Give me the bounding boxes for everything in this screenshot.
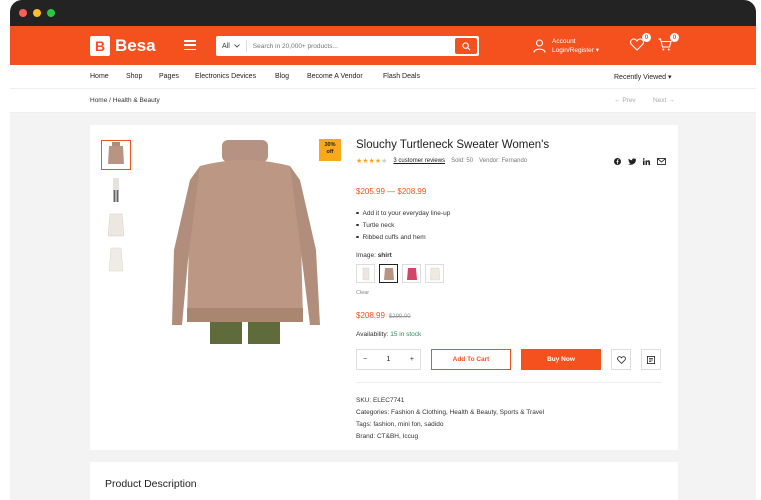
cart-button[interactable]: 0 [658, 33, 679, 56]
main-nav: Home Shop Pages Electronics Devices Blog… [10, 65, 756, 89]
login-register-label: Login/Register ▾ [552, 47, 599, 54]
thumbnail-1[interactable] [101, 140, 131, 170]
heart-icon [616, 355, 626, 364]
purchase-actions: − 1 + Add To Cart Buy Now [356, 349, 661, 370]
twitter-icon[interactable] [628, 157, 636, 165]
add-to-wishlist-button[interactable] [611, 349, 631, 370]
brand: Brand: CT&BH, Iccug [356, 433, 419, 440]
swatch-pink-sweater[interactable] [402, 264, 421, 283]
site-header: B Besa All Account Login/Register ▾ 0 [10, 26, 756, 65]
sale-badge: 30% off [319, 139, 341, 161]
prev-link[interactable]: ← Prev [614, 97, 636, 104]
quantity-increase-button[interactable]: + [410, 356, 414, 363]
tags: Tags: fashion, mini fon, sadido [356, 421, 444, 428]
product-main-image[interactable] [160, 140, 330, 350]
recently-viewed-dropdown[interactable]: Recently Viewed ▾ [614, 73, 671, 81]
minimize-dot[interactable] [33, 9, 41, 17]
buy-now-button[interactable]: Buy Now [521, 349, 601, 370]
add-to-cart-button[interactable]: Add To Cart [431, 349, 511, 370]
breadcrumb-home[interactable]: Home [90, 97, 107, 104]
search-input[interactable] [246, 36, 455, 56]
product-card: 30% off Slouchy Turtleneck Sweater Women'… [90, 125, 678, 450]
user-icon [533, 39, 546, 53]
thumbnail-4[interactable] [101, 245, 131, 275]
quantity-decrease-button[interactable]: − [363, 356, 367, 363]
stock-status: 15 in stock [390, 331, 422, 338]
wishlist-count-badge: 0 [642, 33, 651, 42]
account-label: Account [552, 38, 576, 45]
current-price: $208.99 $299.00 [356, 311, 411, 320]
next-link[interactable]: Next → [653, 97, 675, 104]
product-details: SKU: ELEC7741 Categories: Fashion & Clot… [356, 395, 544, 443]
breadcrumb: Home / Health & Beauty [90, 97, 160, 104]
nav-flash-deals[interactable]: Flash Deals [383, 73, 420, 80]
search-category-select[interactable]: All [216, 40, 247, 52]
quantity-stepper: − 1 + [356, 349, 421, 370]
divider [356, 382, 662, 383]
cart-count-badge: 0 [670, 33, 679, 42]
email-icon[interactable] [657, 157, 666, 165]
nav-electronics-devices[interactable]: Electronics Devices [195, 73, 256, 80]
sku: SKU: ELEC7741 [356, 397, 405, 404]
product-description-section: Product Description [90, 462, 678, 500]
compare-icon [647, 355, 655, 364]
vendor-name[interactable]: Vendor: Fernando [479, 158, 527, 164]
sold-count: Sold: 50 [451, 158, 474, 164]
original-price: $299.00 [388, 314, 411, 320]
maximize-dot[interactable] [47, 9, 55, 17]
swatch-white-shirt[interactable] [356, 264, 375, 283]
compare-button[interactable] [641, 349, 661, 370]
product-description-title: Product Description [105, 478, 197, 490]
breadcrumb-category[interactable]: Health & Beauty [113, 97, 160, 104]
swatch-tan-sweater[interactable] [379, 264, 398, 283]
wishlist-button[interactable]: 0 [630, 33, 651, 56]
logo-text: Besa [115, 36, 156, 55]
close-dot[interactable] [19, 9, 27, 17]
thumbnail-3[interactable] [101, 210, 131, 240]
search-bar: All [216, 36, 479, 56]
nav-blog[interactable]: Blog [275, 73, 289, 80]
quantity-value[interactable]: 1 [387, 356, 391, 363]
swatch-cream-sweater[interactable] [425, 264, 444, 283]
hamburger-menu-icon[interactable] [184, 40, 196, 50]
categories: Categories: Fashion & Clothing, Health &… [356, 409, 545, 416]
nav-home[interactable]: Home [90, 73, 109, 80]
thumbnail-2[interactable] [101, 175, 131, 205]
reviews-link[interactable]: 3 customer reviews [393, 158, 445, 164]
image-option-label: Image: shirt [356, 252, 392, 259]
image-swatches [356, 264, 444, 283]
product-meta: ★★★★★ 3 customer reviews Sold: 50 Vendor… [356, 157, 666, 165]
chevron-down-icon [233, 44, 240, 48]
nav-become-a-vendor[interactable]: Become A Vendor [307, 73, 363, 80]
linkedin-icon[interactable] [643, 157, 650, 165]
search-button[interactable] [455, 38, 477, 54]
logo-mark: B [90, 36, 110, 56]
rating-stars: ★★★★★ [356, 158, 388, 165]
feature-item: Add it to your everyday line-up [356, 207, 451, 219]
browser-window: B Besa All Account Login/Register ▾ 0 [10, 0, 756, 500]
feature-list: Add it to your everyday line-up Turtle n… [356, 207, 451, 243]
availability: Availability: 15 in stock [356, 331, 422, 338]
search-category-label: All [222, 42, 230, 50]
window-chrome [10, 0, 756, 26]
logo[interactable]: B Besa [90, 36, 156, 56]
search-icon [461, 41, 470, 50]
feature-item: Ribbed cuffs and hem [356, 231, 450, 243]
facebook-icon[interactable] [614, 157, 621, 165]
nav-shop[interactable]: Shop [126, 73, 142, 80]
nav-pages[interactable]: Pages [159, 73, 179, 80]
breadcrumb-bar: Home / Health & Beauty ← Prev Next → [10, 89, 756, 113]
feature-item: Turtle neck [356, 219, 450, 231]
account-link[interactable]: Account Login/Register ▾ [533, 37, 599, 55]
product-title: Slouchy Turtleneck Sweater Women's [356, 139, 550, 151]
clear-selection-link[interactable]: Clear [356, 290, 369, 296]
price-range: $205.99 — $208.99 [356, 187, 427, 196]
